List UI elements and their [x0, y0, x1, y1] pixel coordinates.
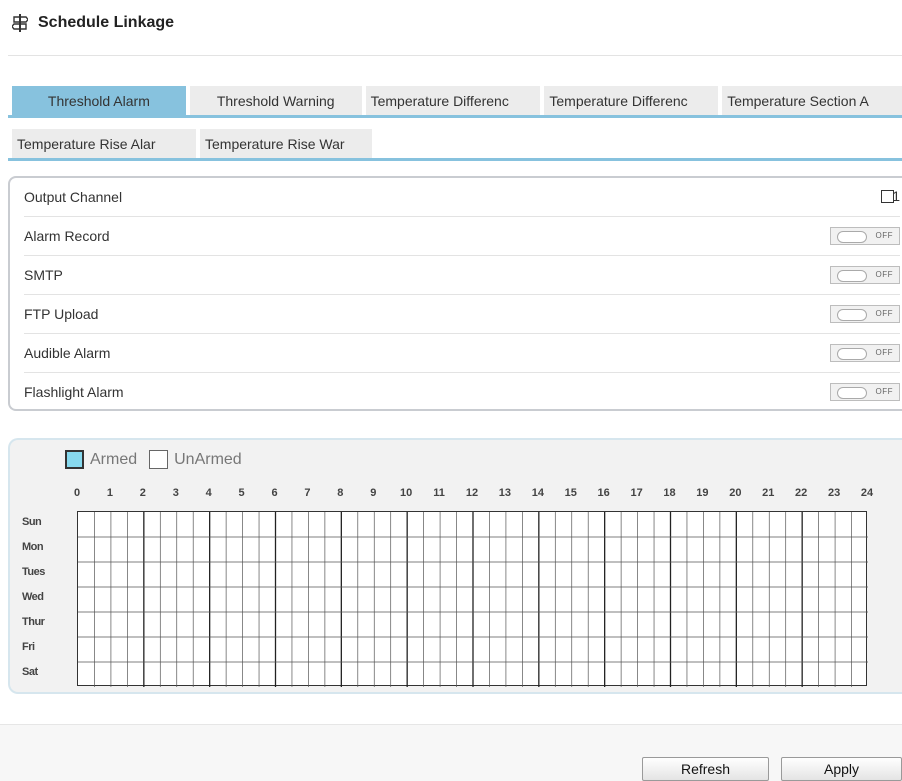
- hour-label: 13: [498, 487, 512, 499]
- schedule-grid[interactable]: [77, 511, 868, 687]
- ftp-upload-row: FTP Upload OFF: [24, 295, 900, 334]
- smtp-toggle[interactable]: OFF: [830, 266, 900, 284]
- toggle-knob: [837, 231, 867, 243]
- day-label: Sun: [22, 516, 42, 528]
- hour-label: 21: [762, 487, 775, 499]
- hour-label: 14: [531, 487, 544, 499]
- toggle-state: OFF: [875, 270, 893, 279]
- smtp-row: SMTP OFF: [24, 256, 900, 295]
- tab-temperature-section-alarm[interactable]: Temperature Section A: [722, 86, 902, 116]
- flashlight-alarm-toggle[interactable]: OFF: [830, 383, 900, 401]
- tab-temperature-difference-alarm[interactable]: Temperature Differenc: [365, 86, 541, 116]
- hour-label: 2: [139, 487, 146, 499]
- armed-label: Armed: [90, 450, 138, 468]
- hour-label: 23: [827, 487, 841, 499]
- tab-bar-row-1: Threshold Alarm Threshold Warning Temper…: [12, 86, 902, 116]
- day-label: Mon: [22, 541, 44, 553]
- toggle-state: OFF: [875, 309, 893, 318]
- schedule-grid-lines: [78, 512, 868, 687]
- hour-label: 6: [271, 487, 278, 499]
- tab-threshold-alarm[interactable]: Threshold Alarm: [12, 86, 186, 116]
- hour-label: 19: [696, 487, 709, 499]
- hour-label: 5: [238, 487, 245, 499]
- toggle-knob: [837, 348, 867, 360]
- audible-alarm-label: Audible Alarm: [24, 345, 111, 361]
- hour-label: 17: [630, 487, 643, 499]
- output-channel-row: Output Channel 1: [24, 178, 900, 217]
- alarm-record-toggle[interactable]: OFF: [830, 227, 900, 245]
- page-header: Schedule Linkage: [12, 8, 174, 38]
- toggle-state: OFF: [875, 348, 893, 357]
- tab-underline-1: [8, 115, 902, 118]
- hour-label: 22: [795, 487, 808, 499]
- toggle-knob: [837, 309, 867, 321]
- toggle-state: OFF: [875, 231, 893, 240]
- smtp-label: SMTP: [24, 267, 63, 283]
- hour-label: 24: [860, 487, 874, 499]
- hour-label: 12: [465, 487, 479, 499]
- armed-swatch[interactable]: [65, 450, 84, 469]
- audible-alarm-toggle[interactable]: OFF: [830, 344, 900, 362]
- hour-label: 7: [304, 487, 311, 499]
- alarm-record-row: Alarm Record OFF: [24, 217, 900, 256]
- hour-label: 10: [400, 487, 413, 499]
- ftp-upload-label: FTP Upload: [24, 306, 99, 322]
- tab-threshold-warning[interactable]: Threshold Warning: [189, 86, 362, 116]
- tab-underline-2: [8, 158, 902, 161]
- footer-bar: Refresh Apply: [0, 724, 902, 781]
- apply-button[interactable]: Apply: [781, 757, 902, 781]
- signpost-icon: [12, 14, 28, 32]
- tab-temperature-rise-alarm[interactable]: Temperature Rise Alar: [12, 129, 196, 159]
- tab-bar-row-2: Temperature Rise Alar Temperature Rise W…: [12, 129, 902, 159]
- hour-label: 0: [73, 487, 81, 499]
- day-label: Tues: [22, 566, 45, 578]
- refresh-button[interactable]: Refresh: [642, 757, 769, 781]
- hour-label: 3: [172, 487, 179, 499]
- day-label: Sat: [22, 666, 38, 678]
- hour-label: 9: [370, 487, 377, 499]
- schedule-legend: Armed UnArmed: [65, 450, 242, 469]
- tab-temperature-difference-warning[interactable]: Temperature Differenc: [544, 86, 719, 116]
- unarmed-label: UnArmed: [174, 450, 242, 468]
- ftp-upload-toggle[interactable]: OFF: [830, 305, 900, 323]
- hour-label: 18: [663, 487, 676, 499]
- hour-label: 4: [205, 487, 212, 499]
- output-channel-number: 1: [892, 188, 900, 204]
- audible-alarm-row: Audible Alarm OFF: [24, 334, 900, 373]
- unarmed-swatch[interactable]: [149, 450, 169, 469]
- hour-label: 20: [729, 487, 742, 499]
- hour-label: 1: [106, 487, 113, 499]
- day-label: Thur: [22, 616, 45, 628]
- flashlight-alarm-row: Flashlight Alarm OFF: [24, 373, 900, 411]
- flashlight-alarm-label: Flashlight Alarm: [24, 384, 124, 400]
- alarm-record-label: Alarm Record: [24, 228, 110, 244]
- day-label: Fri: [22, 641, 35, 653]
- hour-label: 8: [337, 487, 344, 499]
- toggle-knob: [837, 387, 867, 399]
- schedule-panel: Armed UnArmed 0 1 2 3 4 5 6 7 8 9 10 11 12 13 14 15 16 17…: [8, 438, 902, 694]
- day-label: Wed: [22, 591, 44, 603]
- header-divider: [8, 55, 902, 56]
- hour-label: 15: [564, 487, 577, 499]
- page-title: Schedule Linkage: [38, 14, 175, 31]
- hour-label: 11: [433, 487, 445, 499]
- hour-label: 16: [597, 487, 610, 499]
- tab-temperature-rise-warning[interactable]: Temperature Rise War: [200, 129, 372, 159]
- toggle-knob: [837, 270, 867, 282]
- output-channel-label: Output Channel: [24, 189, 123, 205]
- toggle-state: OFF: [875, 387, 893, 396]
- linkage-settings-panel: Output Channel 1 Alarm Record OFF SMTP O…: [8, 176, 902, 411]
